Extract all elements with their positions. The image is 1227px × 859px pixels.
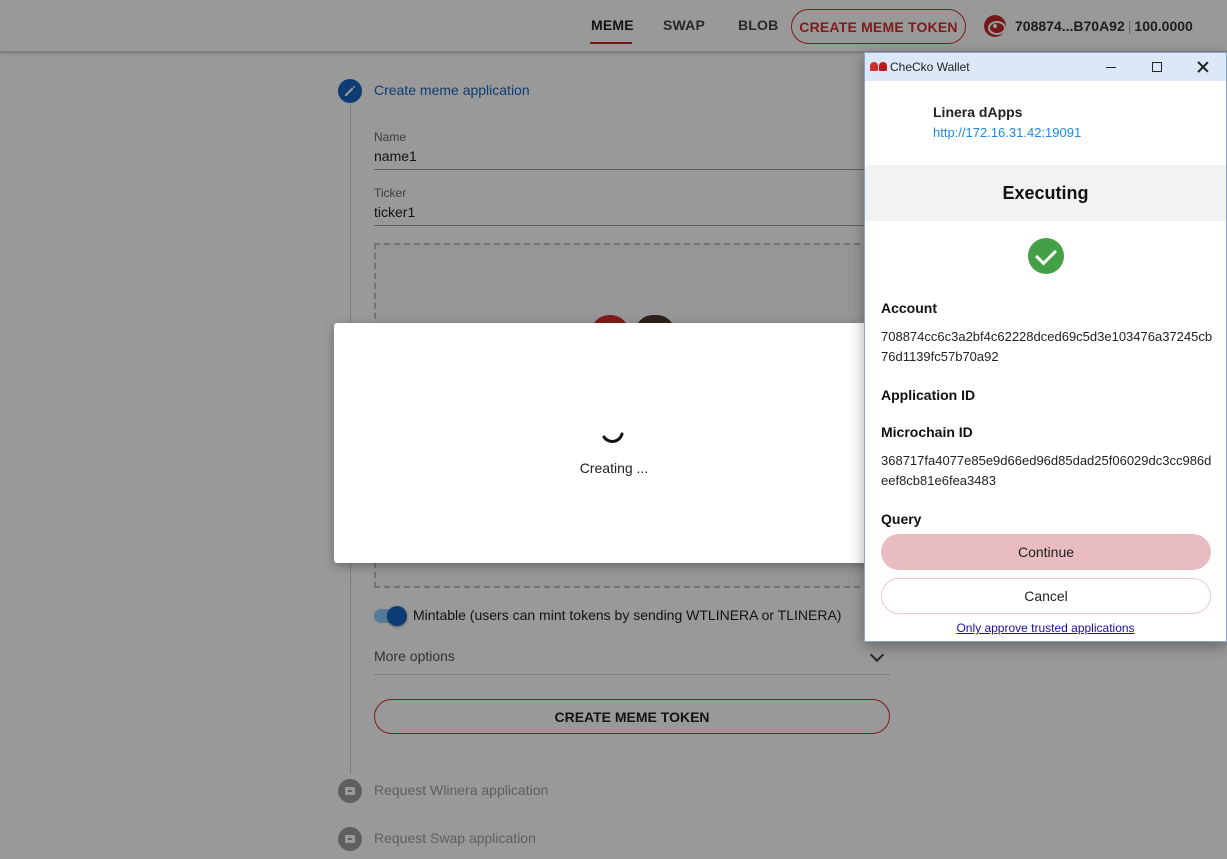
- dapp-url-link[interactable]: http://172.16.31.42:19091: [933, 125, 1081, 140]
- success-check-icon: [1028, 238, 1064, 274]
- maximize-button[interactable]: [1134, 53, 1180, 81]
- spinner-icon: [602, 432, 624, 443]
- status-title: Executing: [1002, 183, 1089, 203]
- creating-dialog: Creating ...: [334, 323, 879, 563]
- microchain-id-value: 368717fa4077e85e9d66ed96d85dad25f06029dc…: [881, 453, 1212, 488]
- query-label: Query: [881, 511, 922, 527]
- trusted-applications-link[interactable]: Only approve trusted applications: [865, 621, 1226, 635]
- wallet-window-title: CheCko Wallet: [890, 60, 970, 74]
- creating-status-text: Creating ...: [579, 460, 649, 476]
- minimize-icon: [1106, 66, 1116, 68]
- status-banner: Executing: [865, 165, 1226, 221]
- checko-logo-icon: [870, 62, 887, 72]
- maximize-icon: [1152, 62, 1162, 72]
- checko-wallet-window: CheCko Wallet Linera dApps http://172.16…: [864, 52, 1227, 642]
- account-value: 708874cc6c3a2bf4c62228dced69c5d3e103476a…: [881, 329, 1213, 364]
- application-id-label: Application ID: [881, 387, 976, 403]
- close-button[interactable]: [1180, 53, 1226, 81]
- wallet-titlebar[interactable]: CheCko Wallet: [865, 53, 1226, 81]
- dapp-name: Linera dApps: [933, 104, 1023, 120]
- account-label: Account: [881, 300, 937, 316]
- minimize-button[interactable]: [1088, 53, 1134, 81]
- cancel-button[interactable]: Cancel: [881, 578, 1211, 614]
- continue-button[interactable]: Continue: [881, 534, 1211, 570]
- close-icon: [1197, 61, 1209, 73]
- microchain-id-label: Microchain ID: [881, 424, 973, 440]
